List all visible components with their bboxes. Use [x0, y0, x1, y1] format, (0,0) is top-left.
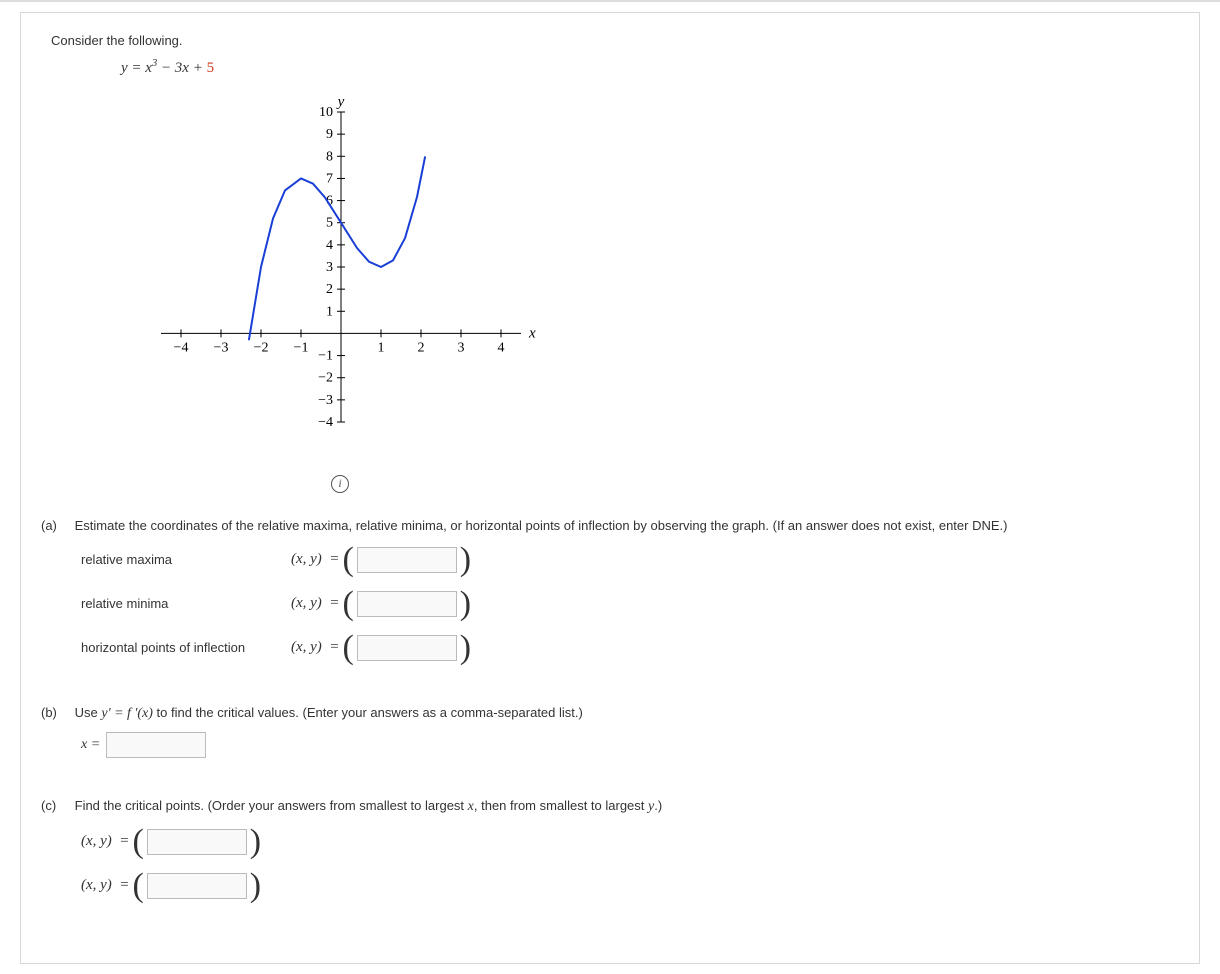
svg-text:5: 5	[326, 216, 333, 231]
svg-text:4: 4	[498, 340, 505, 355]
close-paren-icon: )	[457, 631, 474, 665]
pc-mid: , then from smallest to largest	[474, 798, 648, 813]
xy-label: (x, y) =	[291, 595, 339, 612]
pc-pre: Find the critical points. (Order your an…	[75, 798, 468, 813]
question-panel: Consider the following. y = x3 − 3x + 5 …	[20, 12, 1200, 964]
rel-minima-input[interactable]	[357, 591, 457, 617]
part-c: (c) Find the critical points. (Order you…	[51, 798, 1169, 903]
part-a-label: (a)	[41, 518, 71, 533]
pb-pre: Use	[75, 705, 102, 720]
part-b-prompt: Use y' = f '(x) to find the critical val…	[75, 705, 1135, 722]
svg-text:y: y	[336, 94, 345, 110]
close-paren-icon: )	[457, 543, 474, 577]
equation: y = x3 − 3x + 5	[121, 58, 1169, 77]
pb-eq: y' = f '(x)	[101, 706, 153, 721]
critpoint-2-input[interactable]	[147, 873, 247, 899]
close-paren-icon: )	[247, 825, 264, 859]
xy-label: (x, y) =	[291, 639, 339, 656]
rel-minima-label: relative minima	[81, 596, 291, 611]
row-rel-maxima: relative maxima (x, y) = ( )	[81, 543, 1169, 577]
pc-end: .)	[654, 798, 662, 813]
svg-text:8: 8	[326, 149, 333, 164]
xy-label: (x, y) =	[81, 833, 129, 850]
critical-values-input[interactable]	[106, 732, 206, 758]
svg-text:−4: −4	[174, 340, 189, 355]
xy-label: (x, y) =	[291, 551, 339, 568]
svg-text:10: 10	[319, 105, 333, 120]
rel-maxima-input[interactable]	[357, 547, 457, 573]
svg-text:1: 1	[326, 304, 333, 319]
svg-text:2: 2	[418, 340, 425, 355]
svg-text:9: 9	[326, 127, 333, 142]
close-paren-icon: )	[247, 869, 264, 903]
part-b-label: (b)	[41, 705, 71, 720]
page: Consider the following. y = x3 − 3x + 5 …	[0, 0, 1220, 964]
x-equals-label: x =	[81, 737, 100, 753]
open-paren-icon: (	[339, 587, 356, 621]
svg-text:3: 3	[326, 260, 333, 275]
open-paren-icon: (	[129, 869, 146, 903]
svg-text:2: 2	[326, 282, 333, 297]
row-rel-minima: relative minima (x, y) = ( )	[81, 587, 1169, 621]
svg-text:7: 7	[326, 171, 333, 186]
equation-mid: − 3x +	[157, 60, 206, 76]
svg-text:−3: −3	[318, 393, 333, 408]
row-critical-values: x =	[81, 732, 1169, 758]
xy-label: (x, y) =	[81, 877, 129, 894]
part-c-prompt: Find the critical points. (Order your an…	[75, 798, 1135, 815]
inflection-input[interactable]	[357, 635, 457, 661]
part-a-prompt: Estimate the coordinates of the relative…	[75, 518, 1135, 533]
critpoint-1-input[interactable]	[147, 829, 247, 855]
svg-text:4: 4	[326, 238, 333, 253]
equation-lhs: y = x	[121, 60, 152, 76]
equation-constant: 5	[207, 60, 215, 76]
row-critpoint-2: (x, y) = ( )	[81, 869, 1169, 903]
open-paren-icon: (	[339, 631, 356, 665]
svg-text:−1: −1	[294, 340, 309, 355]
svg-text:−2: −2	[254, 340, 269, 355]
svg-text:−3: −3	[214, 340, 229, 355]
svg-text:x: x	[528, 325, 536, 341]
svg-text:1: 1	[378, 340, 385, 355]
graph: −4−3−2−11234−4−3−2−112345678910xy i	[111, 92, 1169, 493]
open-paren-icon: (	[339, 543, 356, 577]
intro-text: Consider the following.	[51, 33, 1169, 48]
part-c-label: (c)	[41, 798, 71, 813]
open-paren-icon: (	[129, 825, 146, 859]
part-a: (a) Estimate the coordinates of the rela…	[51, 518, 1169, 665]
svg-text:−2: −2	[318, 371, 333, 386]
chart-svg: −4−3−2−11234−4−3−2−112345678910xy	[111, 92, 541, 472]
svg-text:−1: −1	[318, 349, 333, 364]
svg-text:−4: −4	[318, 415, 333, 430]
row-critpoint-1: (x, y) = ( )	[81, 825, 1169, 859]
row-inflection: horizontal points of inflection (x, y) =…	[81, 631, 1169, 665]
inflection-label: horizontal points of inflection	[81, 640, 291, 655]
pb-post: to find the critical values. (Enter your…	[153, 705, 583, 720]
rel-maxima-label: relative maxima	[81, 552, 291, 567]
svg-text:3: 3	[458, 340, 465, 355]
info-icon[interactable]: i	[331, 475, 349, 493]
close-paren-icon: )	[457, 587, 474, 621]
part-b: (b) Use y' = f '(x) to find the critical…	[51, 705, 1169, 758]
